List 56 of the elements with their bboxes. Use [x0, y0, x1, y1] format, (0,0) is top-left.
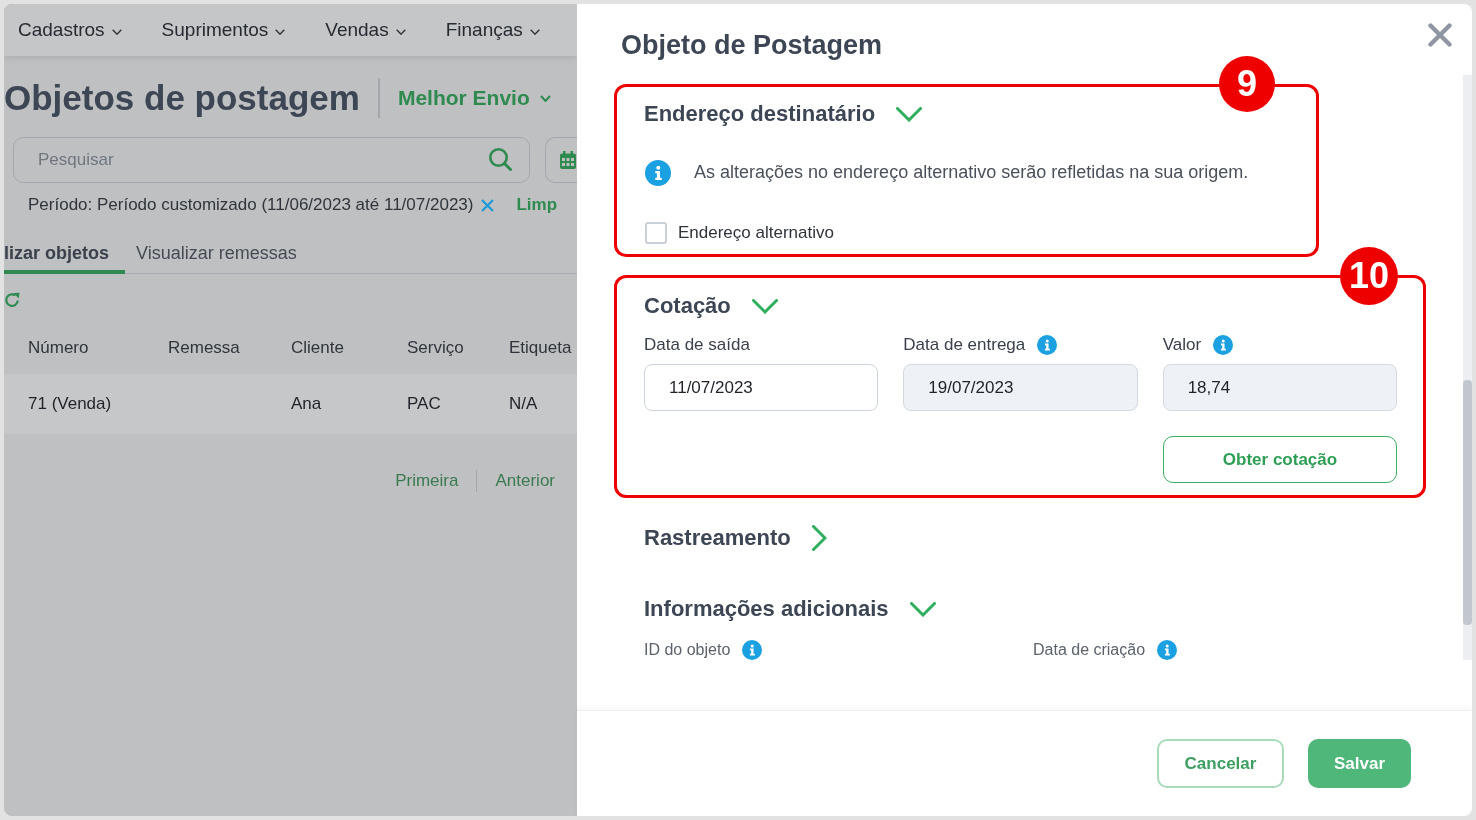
section-title: Rastreamento: [644, 524, 791, 552]
chevron-down-icon[interactable]: [751, 298, 778, 314]
drawer-title: Objeto de Postagem: [621, 29, 883, 61]
section-title: Cotação: [644, 292, 731, 320]
nav-menu-item[interactable]: Suprimentos: [161, 15, 286, 45]
tab[interactable]: Visualizar remessas: [136, 236, 313, 274]
checkbox[interactable]: [645, 222, 667, 244]
callout-badge: 9: [1219, 56, 1275, 112]
field-label: Data de entrega: [903, 334, 1026, 357]
scrollbar-thumb[interactable]: [1463, 380, 1472, 625]
scrollbar[interactable]: [1463, 75, 1472, 660]
table-cell-text: 71 (Venda): [28, 393, 113, 416]
table-cell-text: PAC: [407, 393, 442, 416]
search-field[interactable]: Pesquisar: [13, 137, 530, 183]
save-button[interactable]: Salvar: [1308, 739, 1411, 788]
table-row[interactable]: 71 (Venda) Ana PAC N/A: [4, 374, 577, 434]
close-icon[interactable]: [1428, 23, 1452, 47]
nav-menu-item[interactable]: Finanças: [445, 15, 540, 45]
table-cell-text: Ana: [291, 393, 323, 416]
tab[interactable]: lizar objetos: [4, 236, 126, 274]
chevron-down-icon[interactable]: [896, 106, 923, 122]
quote-button[interactable]: Obter cotação: [1163, 436, 1397, 483]
chevron-right-icon[interactable]: [811, 525, 827, 551]
nav-menu-item[interactable]: Vendas: [325, 15, 406, 45]
table-cell-text: N/A: [509, 393, 539, 416]
search-icon[interactable]: [489, 148, 512, 171]
chevron-down-icon[interactable]: [909, 601, 936, 617]
caret-icon: [539, 94, 551, 102]
nav-menu-item[interactable]: Cadastros: [18, 15, 122, 45]
column-header: Etiqueta: [509, 337, 573, 360]
column-header: Remessa: [168, 337, 241, 360]
section-title: Informações adicionais: [644, 595, 889, 623]
column-header: Serviço: [407, 337, 465, 360]
field-label: Valor: [1162, 334, 1202, 357]
page-title: Objetos de postagem: [4, 78, 360, 118]
checkbox-label: Endereço alternativo: [678, 222, 834, 245]
caret-icon: [529, 28, 540, 35]
caret-icon: [395, 28, 406, 35]
field-label: ID do objeto: [644, 640, 731, 660]
filter-label: Período: Período customizado (11/06/2023 até 11/07/2023): [28, 194, 474, 217]
field-label: Data de saída: [644, 334, 750, 357]
caret-icon: [111, 28, 122, 35]
refresh-icon[interactable]: [4, 292, 20, 308]
column-header: Cliente: [291, 337, 345, 360]
info-icon: [645, 159, 671, 186]
text-field: 19/07/2023: [903, 364, 1138, 411]
field-label: Data de criação: [1033, 640, 1146, 660]
text-field[interactable]: 11/07/2023: [644, 364, 879, 411]
close-icon[interactable]: [481, 198, 495, 212]
caret-icon: [275, 28, 286, 35]
text-field: 18,74: [1162, 364, 1397, 411]
info-message: As alterações no endereço alternativo serão refletidas na sua origem.: [694, 161, 1249, 184]
section-title: Endereço destinatário: [644, 100, 876, 128]
cancel-button[interactable]: Cancelar: [1157, 739, 1284, 788]
column-header: Número: [28, 337, 90, 360]
callout-badge: 10: [1340, 247, 1398, 305]
